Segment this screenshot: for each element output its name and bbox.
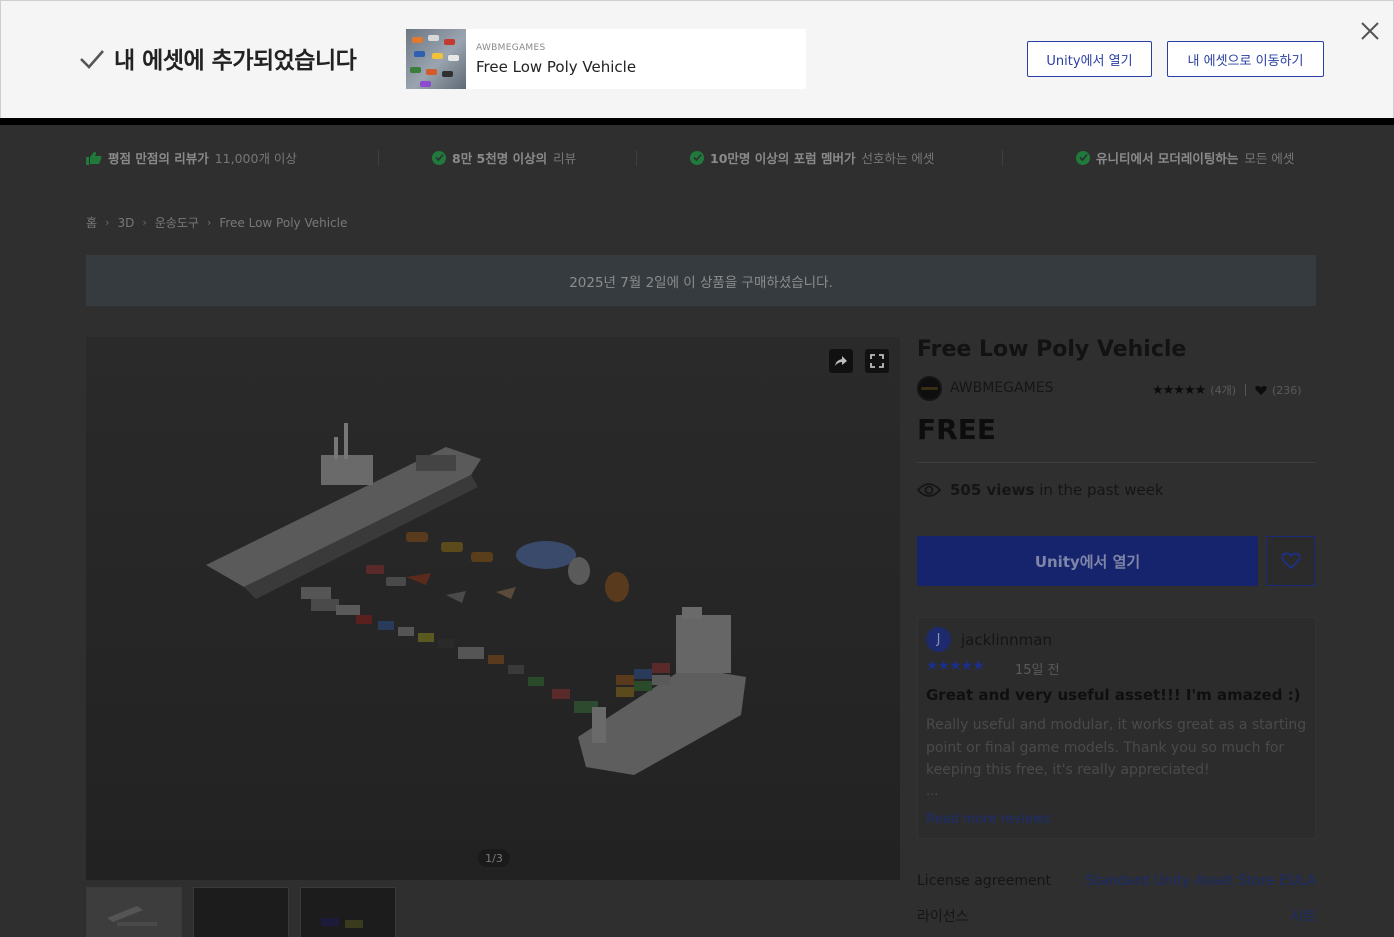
- share-icon[interactable]: [829, 349, 853, 373]
- trust-text-bold: 10만명 이상의 포럼 멤버가: [710, 151, 856, 166]
- product-title: Free Low Poly Vehicle: [917, 337, 1187, 362]
- divider: [1244, 384, 1246, 396]
- read-more-reviews-link[interactable]: Read more reviews: [926, 812, 1050, 827]
- trust-text-bold: 유니티에서 모더레이팅하는: [1096, 151, 1239, 166]
- thumbs-up-icon: [86, 151, 102, 165]
- breadcrumb-current: Free Low Poly Vehicle: [219, 215, 348, 230]
- review-count[interactable]: (4개): [1210, 382, 1236, 398]
- breadcrumb-vehicles[interactable]: 운송도구: [155, 214, 199, 231]
- close-icon[interactable]: [1359, 20, 1381, 42]
- review-ellipsis: ...: [926, 784, 939, 799]
- go-to-my-assets-button[interactable]: 내 에셋으로 이동하기: [1167, 41, 1324, 77]
- license-type-label: 라이선스: [917, 909, 969, 925]
- reviewer-name[interactable]: jacklinnman: [961, 631, 1052, 649]
- trust-text: 선호하는 에셋: [861, 151, 935, 166]
- trust-text-bold: 평점 만점의 리뷰가: [108, 151, 209, 166]
- open-in-unity-main-button[interactable]: Unity에서 열기: [917, 536, 1258, 586]
- breadcrumb-home[interactable]: 홈: [86, 214, 97, 231]
- added-to-assets-notification: 내 에셋에 추가되었습니다 AWBMEGAMES Free Low Poly V…: [0, 0, 1394, 119]
- image-counter: 1/3: [478, 849, 510, 867]
- chevron-right-icon: ›: [105, 216, 110, 229]
- trust-item-ratings: 8만 5천명 이상의 리뷰: [432, 148, 576, 167]
- purchase-notice: 2025년 7월 2일에 이 상품을 구매하셨습니다.: [86, 255, 1316, 306]
- license-agreement-row: License agreement Standard Unity Asset S…: [917, 873, 1316, 889]
- divider: [378, 150, 379, 166]
- divider: [917, 462, 1316, 463]
- added-asset-card[interactable]: AWBMEGAMES Free Low Poly Vehicle: [406, 29, 806, 89]
- publisher-avatar[interactable]: [917, 376, 942, 401]
- review-headline: Great and very useful asset!!! I'm amaze…: [926, 686, 1301, 704]
- views-count: 505 views: [950, 481, 1035, 499]
- license-type-row: 라이선스 시트: [917, 906, 1316, 926]
- favorite-button[interactable]: [1266, 536, 1316, 586]
- price: FREE: [917, 413, 996, 446]
- trust-text: 리뷰: [553, 151, 577, 166]
- divider: [1002, 150, 1003, 166]
- asset-thumbnail: [406, 29, 466, 89]
- license-agreement-link[interactable]: Standard Unity Asset Store EULA: [1086, 873, 1316, 889]
- chevron-right-icon: ›: [142, 216, 147, 229]
- check-circle-icon: [1076, 150, 1090, 165]
- trust-text-bold: 8만 5천명 이상의: [452, 151, 548, 166]
- review-stars-icon: ★★★★★: [926, 658, 985, 674]
- trust-text: 11,000개 이상: [214, 151, 297, 166]
- license-type-link[interactable]: 시트: [1290, 906, 1316, 926]
- thumbnail-strip: [86, 887, 396, 937]
- publisher-name[interactable]: AWBMEGAMES: [950, 380, 1053, 396]
- divider: [636, 150, 637, 166]
- views-period: in the past week: [1039, 481, 1164, 499]
- thumbnail-image: [107, 906, 157, 926]
- review-body: Really useful and modular, it works grea…: [926, 717, 1307, 778]
- open-in-unity-button[interactable]: Unity에서 열기: [1027, 41, 1152, 77]
- review-date: 15일 전: [1015, 663, 1060, 678]
- thumbnail-2[interactable]: [193, 887, 289, 937]
- breadcrumb: 홈 › 3D › 운송도구 › Free Low Poly Vehicle: [86, 214, 347, 231]
- asset-name: Free Low Poly Vehicle: [476, 58, 637, 76]
- asset-publisher: AWBMEGAMES: [476, 43, 546, 53]
- thumbnail-image: [321, 918, 363, 928]
- heart-outline-icon: [1281, 552, 1301, 570]
- rating-stars-icon[interactable]: ★★★★★: [1152, 383, 1206, 398]
- thumbnail-3[interactable]: [300, 887, 396, 937]
- trust-item-forum: 10만명 이상의 포럼 멤버가 선호하는 에셋: [690, 148, 934, 167]
- check-circle-icon: [690, 150, 704, 165]
- trust-item-moderation: 유니티에서 모더레이팅하는 모든 에셋: [1076, 148, 1294, 167]
- checkmark-icon: [80, 50, 104, 69]
- fullscreen-icon[interactable]: [865, 349, 889, 373]
- reviewer-avatar: J: [926, 627, 951, 652]
- thumbnail-1[interactable]: [86, 887, 182, 937]
- trust-strip: 평점 만점의 리뷰가 11,000개 이상 8만 5천명 이상의 리뷰 10만명…: [86, 148, 1316, 168]
- breadcrumb-3d[interactable]: 3D: [117, 216, 134, 230]
- eye-icon: [917, 483, 941, 497]
- media-viewer[interactable]: 1/3: [86, 337, 900, 880]
- trust-text: 모든 에셋: [1244, 151, 1295, 166]
- notification-divider: [0, 118, 1394, 125]
- favorite-count: (236): [1271, 383, 1302, 397]
- check-circle-icon: [432, 150, 446, 165]
- product-image: [86, 337, 900, 880]
- chevron-right-icon: ›: [206, 216, 212, 229]
- notification-title: 내 에셋에 추가되었습니다: [114, 48, 357, 74]
- rating-summary: ★★★★★ (4개) (236): [1152, 382, 1302, 398]
- weekly-views: 505 views in the past week: [917, 481, 1164, 499]
- license-agreement-label: License agreement: [917, 873, 1051, 889]
- heart-icon: [1255, 385, 1267, 395]
- featured-review: J jacklinnman ★★★★★ 15일 전 Great and very…: [917, 617, 1316, 839]
- trust-item-reviews: 평점 만점의 리뷰가 11,000개 이상: [86, 148, 297, 167]
